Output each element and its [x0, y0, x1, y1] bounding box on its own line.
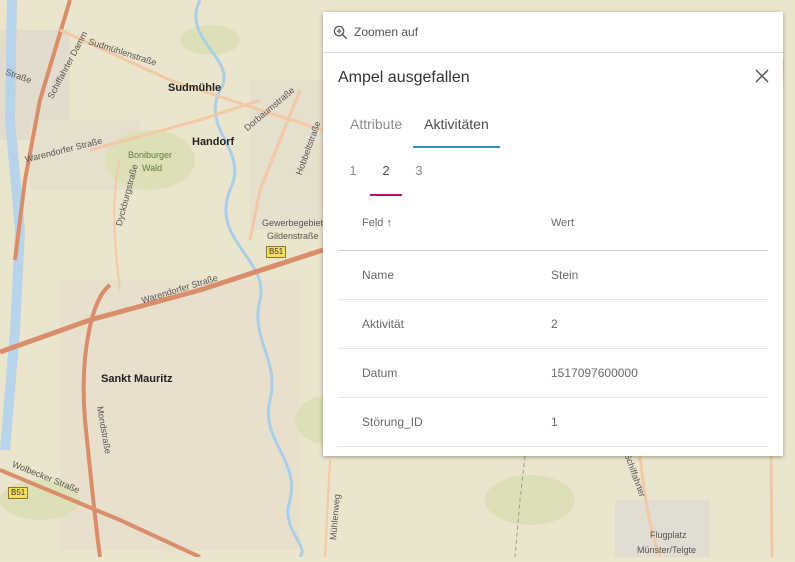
- zoom-in-icon: [333, 25, 348, 39]
- table-row: Störung_ID 1: [338, 398, 768, 447]
- column-header-feld[interactable]: Feld ↑: [338, 217, 527, 229]
- table-row: Name Stein: [338, 251, 768, 300]
- route-shield-b51: B51: [8, 487, 29, 499]
- sort-arrow-icon: ↑: [386, 216, 392, 229]
- table-header-row: Feld ↑ Wert: [338, 195, 768, 251]
- column-header-feld-label: Feld: [362, 216, 384, 229]
- field-name: Störung_ID: [362, 415, 423, 429]
- field-value: Stein: [551, 268, 579, 282]
- field-name: Datum: [362, 366, 398, 380]
- map-label-forest: Wald: [142, 163, 163, 173]
- page-2[interactable]: 2: [370, 164, 402, 196]
- field-value: 1517097600000: [551, 366, 638, 380]
- popup-header: Ampel ausgefallen: [323, 53, 783, 101]
- map-label-area: Flugplatz: [650, 530, 687, 540]
- zoom-to-label: Zoomen auf: [354, 25, 419, 39]
- map-label-area: Münster/Telgte: [637, 545, 697, 555]
- map-label-sudmuehle: Sudmühle: [168, 82, 222, 94]
- zoom-to-button[interactable]: Zoomen auf: [323, 12, 783, 53]
- field-value: 1: [551, 415, 558, 429]
- field-name: Aktivität: [362, 317, 405, 331]
- tab-aktivitaeten[interactable]: Aktivitäten: [413, 110, 500, 148]
- attribute-table: Feld ↑ Wert Name Stein Aktivität 2 Datum…: [338, 195, 768, 447]
- table-row: Aktivität 2: [338, 300, 768, 349]
- close-icon: [755, 69, 769, 83]
- tab-bar: Attribute Aktivitäten: [338, 110, 500, 148]
- table-row: Datum 1517097600000: [338, 349, 768, 398]
- field-name: Name: [362, 268, 395, 282]
- map-label-road: Gildenstraße: [267, 231, 319, 241]
- page-3[interactable]: 3: [403, 164, 435, 194]
- page-selector: 1 2 3: [337, 164, 436, 196]
- tab-attribute[interactable]: Attribute: [338, 110, 413, 146]
- map-label-forest: Boniburger: [128, 150, 173, 160]
- popup-title: Ampel ausgefallen: [338, 69, 470, 86]
- route-shield-b51: B51: [266, 246, 287, 258]
- column-header-wert: Wert: [551, 216, 575, 229]
- page-1[interactable]: 1: [337, 164, 369, 194]
- close-button[interactable]: [755, 69, 769, 88]
- feature-popup: Zoomen auf Ampel ausgefallen Attribute A…: [323, 12, 783, 456]
- map-label-sankt-mauritz: Sankt Mauritz: [101, 373, 173, 385]
- field-value: 2: [551, 317, 558, 331]
- map-label-area: Gewerbegebiet: [262, 218, 324, 228]
- map-label-handorf: Handorf: [192, 136, 235, 148]
